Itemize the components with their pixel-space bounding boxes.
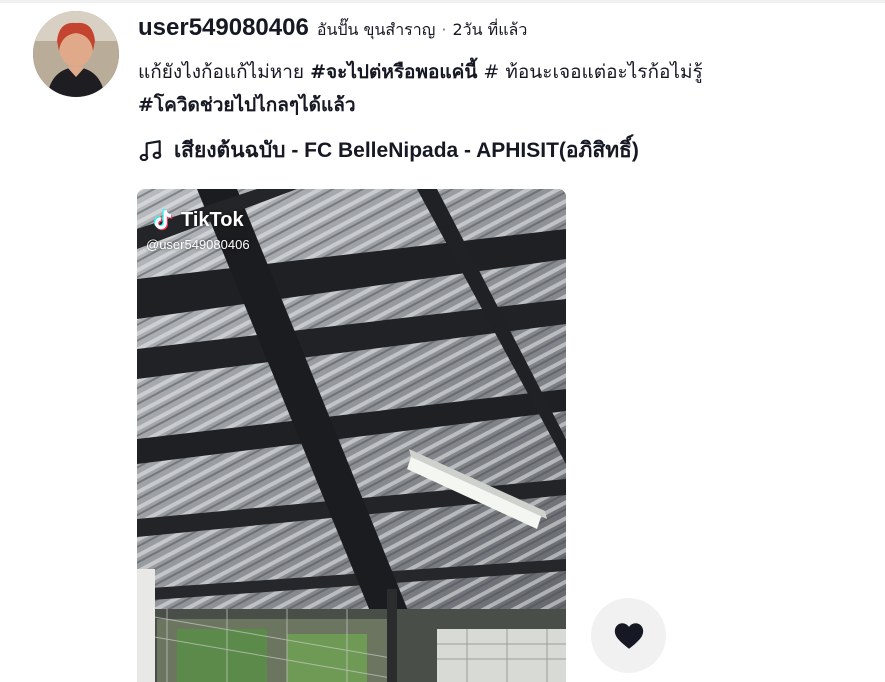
tiktok-watermark: TikTok xyxy=(149,207,244,233)
music-link[interactable]: เสียงต้นฉบับ - FC BelleNipada - APHISIT(… xyxy=(138,134,639,167)
avatar-photo xyxy=(33,11,119,97)
video-post: user549080406 อันปั๊น ขุนสำราญ · 2วัน ที… xyxy=(0,0,885,682)
like-button[interactable] xyxy=(591,598,666,673)
tiktok-logo-icon xyxy=(153,209,173,231)
video-player[interactable]: TikTok @user549080406 xyxy=(137,189,566,682)
post-meta: user549080406 อันปั๊น ขุนสำราญ · 2วัน ที… xyxy=(138,14,527,43)
music-title: เสียงต้นฉบับ - FC BelleNipada - APHISIT(… xyxy=(174,139,639,162)
hashtag-link[interactable]: #จะไปต่หรือพอแค่นี้ xyxy=(310,61,477,83)
watermark-username: @user549080406 xyxy=(146,237,250,252)
video-frame xyxy=(137,189,566,682)
caption-text: # ท้อนะเจอแต่อะไรก้อไม่รู้ xyxy=(477,61,703,83)
caption-text: แก้ยังไงก้อแก้ไม่หาย xyxy=(138,61,311,83)
avatar[interactable] xyxy=(33,11,119,97)
heart-icon xyxy=(614,622,643,649)
music-note-icon xyxy=(139,139,162,161)
nickname: อันปั๊น ขุนสำราญ xyxy=(316,20,436,39)
post-caption: แก้ยังไงก้อแก้ไม่หาย #จะไปต่หรือพอแค่นี้… xyxy=(138,56,878,122)
meta-separator: · xyxy=(441,20,447,39)
hashtag-link[interactable]: #โควิดช่วยไปไกลๆได้แล้ว xyxy=(138,94,356,116)
username[interactable]: user549080406 xyxy=(138,14,309,42)
post-time: 2วัน ที่แล้ว xyxy=(452,20,528,39)
watermark-brand: TikTok xyxy=(181,208,244,231)
